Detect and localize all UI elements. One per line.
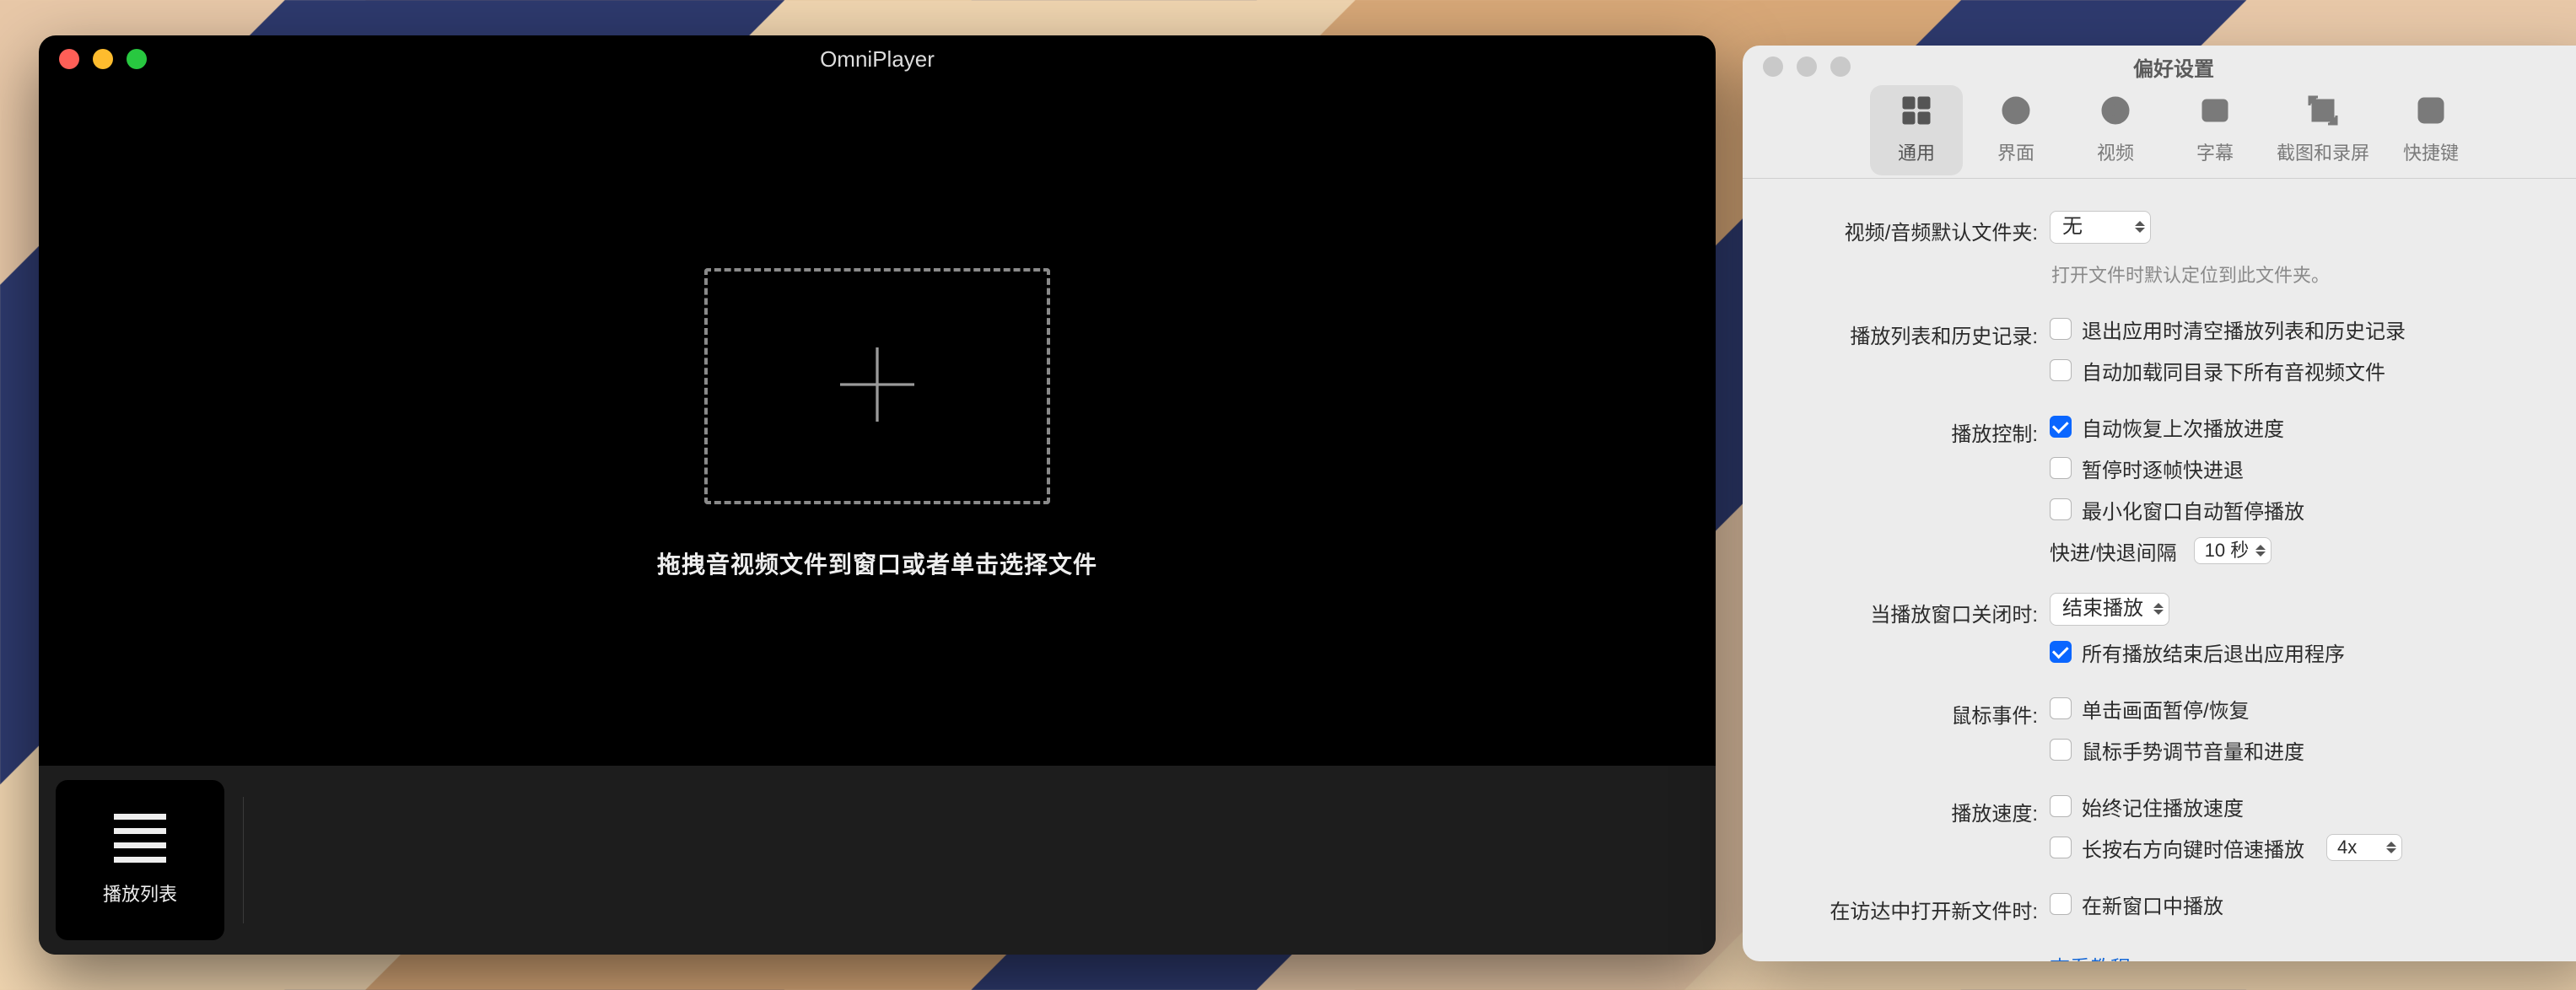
- player-bottom-bar: 播放列表: [39, 766, 1716, 955]
- checkbox-clear-on-quit[interactable]: [2050, 318, 2072, 340]
- seek-interval-popup[interactable]: 10 秒: [2194, 537, 2272, 564]
- chevron-updown-icon: [2135, 221, 2145, 233]
- tab-subtitle[interactable]: 字幕: [2169, 85, 2261, 175]
- checkbox-label: 单击画面暂停/恢复: [2082, 694, 2250, 724]
- tab-label: 视频: [2097, 138, 2134, 165]
- row-default-player: 设为默认播放器: 查看教程: [1790, 951, 2557, 961]
- row-playback-control: 播放控制: 自动恢复上次播放进度 暂停时逐帧快进退 最小化窗口自动暂停播放 快进…: [1790, 412, 2557, 566]
- default-player-label: 设为默认播放器:: [1790, 951, 2050, 961]
- row-open-in-finder: 在访达中打开新文件时: 在新窗口中播放: [1790, 890, 2557, 924]
- tab-label: 快捷键: [2403, 138, 2459, 165]
- player-titlebar: OmniPlayer: [39, 35, 1716, 83]
- checkbox-label: 在新窗口中播放: [2082, 890, 2223, 919]
- subtitle-icon: [2198, 94, 2232, 132]
- checkbox-remember-speed[interactable]: [2050, 795, 2072, 817]
- player-window: OmniPlayer 拖拽音视频文件到窗口或者单击选择文件 播放列表: [39, 35, 1716, 955]
- chevron-updown-icon: [2386, 842, 2396, 853]
- tab-video[interactable]: 视频: [2069, 85, 2162, 175]
- close-button[interactable]: [1763, 56, 1783, 77]
- shortcut-icon: [2414, 94, 2448, 132]
- seek-interval-label: 快进/快退间隔: [2050, 536, 2177, 566]
- checkbox-label: 所有播放结束后退出应用程序: [2082, 638, 2345, 667]
- row-on-close: 当播放窗口关闭时: 结束播放 所有播放结束后退出应用程序: [1790, 593, 2557, 667]
- tab-label: 界面: [1997, 138, 2034, 165]
- dropzone-hint: 拖拽音视频文件到窗口或者单击选择文件: [657, 546, 1097, 580]
- open-in-finder-label: 在访达中打开新文件时:: [1790, 890, 2050, 924]
- ui-icon: [1999, 94, 2033, 132]
- default-player-tutorial-link[interactable]: 查看教程: [2050, 951, 2131, 961]
- seek-interval-value: 10 秒: [2205, 540, 2250, 561]
- playlist-icon: [114, 814, 166, 863]
- checkbox-frame-step[interactable]: [2050, 457, 2072, 479]
- playlist-button[interactable]: 播放列表: [56, 780, 224, 940]
- checkbox-click-pause[interactable]: [2050, 697, 2072, 719]
- checkbox-gesture[interactable]: [2050, 739, 2072, 761]
- on-close-value: 结束播放: [2062, 597, 2143, 620]
- prefs-window-title: 偏好设置: [1743, 52, 2576, 82]
- dropzone[interactable]: [704, 268, 1050, 504]
- checkbox-autoload-dir[interactable]: [2050, 359, 2072, 381]
- checkbox-label: 暂停时逐帧快进退: [2082, 454, 2244, 483]
- row-playlist-history: 播放列表和历史记录: 退出应用时清空播放列表和历史记录 自动加载同目录下所有音视…: [1790, 315, 2557, 385]
- capture-icon: [2306, 94, 2340, 132]
- playlist-button-label: 播放列表: [103, 880, 177, 907]
- default-folder-hint: 打开文件时默认定位到此文件夹。: [2051, 261, 2557, 288]
- checkbox-label: 退出应用时清空播放列表和历史记录: [2082, 315, 2406, 344]
- checkbox-label: 始终记住播放速度: [2082, 792, 2244, 821]
- default-folder-value: 无: [2062, 215, 2083, 238]
- checkbox-label: 最小化窗口自动暂停播放: [2082, 495, 2304, 525]
- longpress-speed-popup[interactable]: 4x: [2326, 834, 2402, 861]
- tab-label: 字幕: [2196, 138, 2234, 165]
- tab-label: 通用: [1898, 138, 1935, 165]
- chevron-updown-icon: [2153, 603, 2164, 615]
- player-traffic-lights: [59, 49, 147, 69]
- checkbox-longpress-speed[interactable]: [2050, 837, 2072, 858]
- video-icon: [2099, 94, 2132, 132]
- checkbox-label: 自动恢复上次播放进度: [2082, 412, 2284, 442]
- checkbox-minimize-pause[interactable]: [2050, 498, 2072, 520]
- default-folder-popup[interactable]: 无: [2050, 211, 2151, 244]
- player-window-title: OmniPlayer: [39, 46, 1716, 73]
- player-main: 拖拽音视频文件到窗口或者单击选择文件: [39, 83, 1716, 766]
- checkbox-quit-after-all[interactable]: [2050, 641, 2072, 663]
- divider: [243, 797, 244, 923]
- row-speed: 播放速度: 始终记住播放速度 长按右方向键时倍速播放 4x: [1790, 792, 2557, 863]
- zoom-button[interactable]: [1830, 56, 1851, 77]
- preferences-window: 偏好设置 通用 界面 视频 字幕: [1743, 46, 2576, 961]
- default-folder-label: 视频/音频默认文件夹:: [1790, 211, 2050, 245]
- zoom-button[interactable]: [127, 49, 147, 69]
- close-button[interactable]: [59, 49, 79, 69]
- prefs-body: 视频/音频默认文件夹: 无 打开文件时默认定位到此文件夹。 播放列表和历史记录:…: [1743, 179, 2576, 961]
- prefs-toolbar: 通用 界面 视频 字幕 截图和录屏: [1743, 88, 2576, 179]
- checkbox-new-window[interactable]: [2050, 893, 2072, 915]
- mouse-label: 鼠标事件:: [1790, 694, 2050, 729]
- minimize-button[interactable]: [1797, 56, 1817, 77]
- on-close-label: 当播放窗口关闭时:: [1790, 593, 2050, 627]
- minimize-button[interactable]: [93, 49, 113, 69]
- tab-shortcut[interactable]: 快捷键: [2385, 85, 2477, 175]
- checkbox-resume-progress[interactable]: [2050, 416, 2072, 438]
- longpress-speed-value: 4x: [2337, 837, 2357, 858]
- checkbox-label: 长按右方向键时倍速播放: [2082, 833, 2304, 863]
- row-mouse: 鼠标事件: 单击画面暂停/恢复 鼠标手势调节音量和进度: [1790, 694, 2557, 765]
- playback-control-label: 播放控制:: [1790, 412, 2050, 447]
- on-close-popup[interactable]: 结束播放: [2050, 593, 2169, 626]
- tab-ui[interactable]: 界面: [1970, 85, 2062, 175]
- prefs-titlebar: 偏好设置: [1743, 46, 2576, 88]
- checkbox-label: 自动加载同目录下所有音视频文件: [2082, 356, 2385, 385]
- speed-label: 播放速度:: [1790, 792, 2050, 826]
- playlist-history-label: 播放列表和历史记录:: [1790, 315, 2050, 349]
- chevron-updown-icon: [2255, 545, 2266, 557]
- checkbox-label: 鼠标手势调节音量和进度: [2082, 735, 2304, 765]
- plus-icon: [831, 338, 924, 435]
- tab-label: 截图和录屏: [2277, 138, 2369, 165]
- row-default-folder: 视频/音频默认文件夹: 无 打开文件时默认定位到此文件夹。: [1790, 211, 2557, 288]
- tab-capture[interactable]: 截图和录屏: [2268, 85, 2378, 175]
- prefs-traffic-lights: [1763, 56, 1851, 77]
- grid-icon: [1900, 94, 1933, 132]
- tab-general[interactable]: 通用: [1870, 85, 1963, 175]
